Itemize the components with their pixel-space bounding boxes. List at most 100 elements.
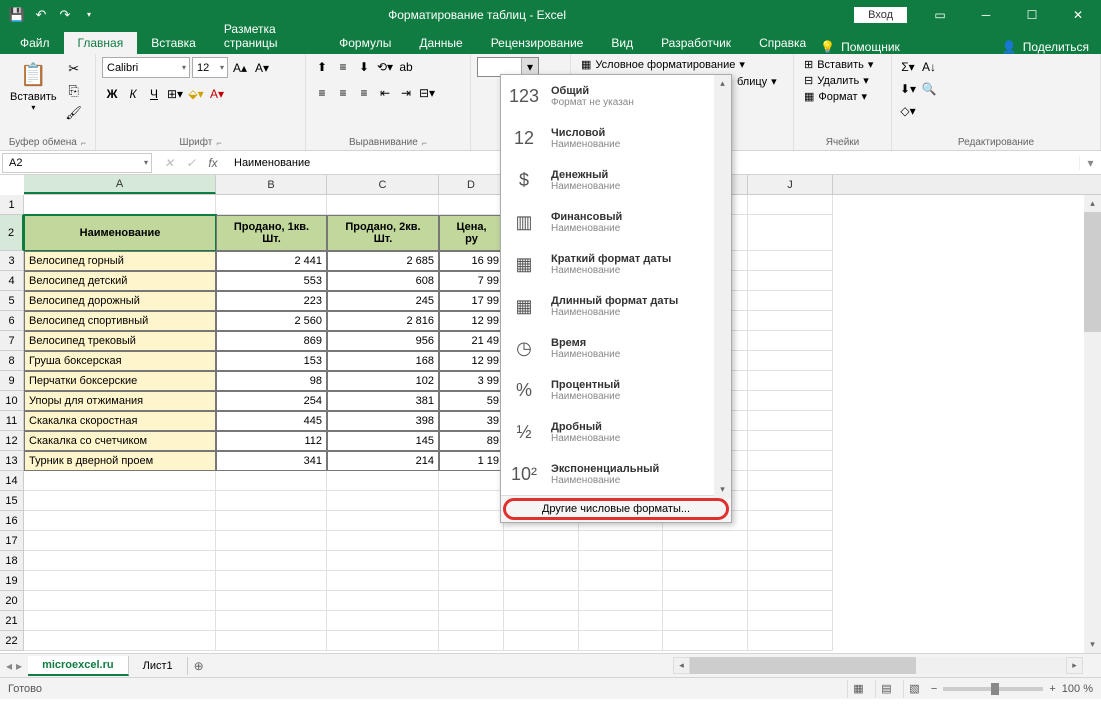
- cell[interactable]: [748, 511, 833, 531]
- cell[interactable]: [748, 271, 833, 291]
- cell[interactable]: [24, 195, 216, 215]
- cell[interactable]: [216, 591, 327, 611]
- cell[interactable]: Перчатки боксерские: [24, 371, 216, 391]
- format-painter-icon[interactable]: 🖌: [63, 103, 85, 123]
- cell[interactable]: [504, 551, 579, 571]
- align-middle-icon[interactable]: ≡: [333, 57, 353, 77]
- cell[interactable]: [439, 195, 504, 215]
- cell[interactable]: 7 99: [439, 271, 504, 291]
- col-header-A[interactable]: A: [24, 175, 216, 194]
- cell[interactable]: [327, 531, 439, 551]
- cell[interactable]: [216, 511, 327, 531]
- row-header[interactable]: 9: [0, 371, 24, 391]
- cell[interactable]: [327, 511, 439, 531]
- cell[interactable]: 381: [327, 391, 439, 411]
- cell[interactable]: [327, 471, 439, 491]
- cell[interactable]: [579, 591, 663, 611]
- horizontal-scrollbar[interactable]: ◂ ▸: [673, 657, 1083, 674]
- cell[interactable]: [24, 491, 216, 511]
- cell[interactable]: [748, 391, 833, 411]
- tab-insert[interactable]: Вставка: [137, 32, 210, 54]
- cell[interactable]: Велосипед трековый: [24, 331, 216, 351]
- cell[interactable]: [327, 611, 439, 631]
- save-icon[interactable]: 💾: [6, 4, 28, 26]
- cell[interactable]: [748, 451, 833, 471]
- cell[interactable]: [24, 591, 216, 611]
- cell[interactable]: 21 49: [439, 331, 504, 351]
- format-option-8[interactable]: ½ Дробный Наименование: [501, 411, 731, 453]
- format-option-9[interactable]: 10² Экспоненциальный Наименование: [501, 453, 731, 495]
- format-option-6[interactable]: ◷ Время Наименование: [501, 327, 731, 369]
- align-center-icon[interactable]: ≡: [333, 83, 353, 103]
- tab-review[interactable]: Рецензирование: [477, 32, 598, 54]
- cell[interactable]: [216, 195, 327, 215]
- cell[interactable]: [748, 471, 833, 491]
- cell[interactable]: 2 560: [216, 311, 327, 331]
- cell[interactable]: [748, 371, 833, 391]
- cell[interactable]: [24, 551, 216, 571]
- cell[interactable]: [216, 631, 327, 651]
- fx-icon[interactable]: fx: [202, 152, 224, 174]
- cell[interactable]: 1 19: [439, 451, 504, 471]
- cell[interactable]: [579, 551, 663, 571]
- cell[interactable]: Наименование: [24, 215, 216, 251]
- cell[interactable]: [748, 591, 833, 611]
- col-header-J[interactable]: J: [748, 175, 833, 194]
- qat-customize-icon[interactable]: ▾: [78, 4, 100, 26]
- delete-cell-button[interactable]: ⊟ Удалить ▾: [800, 73, 873, 88]
- cell[interactable]: [24, 571, 216, 591]
- cell[interactable]: [439, 471, 504, 491]
- cell[interactable]: 2 441: [216, 251, 327, 271]
- cell[interactable]: 214: [327, 451, 439, 471]
- cell[interactable]: [579, 611, 663, 631]
- cell[interactable]: 3 99: [439, 371, 504, 391]
- zoom-slider[interactable]: [943, 687, 1043, 691]
- formula-expand-icon[interactable]: ▾: [1079, 156, 1101, 170]
- merge-icon[interactable]: ⊟▾: [417, 83, 437, 103]
- underline-button[interactable]: Ч: [144, 84, 164, 104]
- row-header[interactable]: 21: [0, 611, 24, 631]
- cell[interactable]: Упоры для отжимания: [24, 391, 216, 411]
- cell[interactable]: Скакалка со счетчиком: [24, 431, 216, 451]
- row-header[interactable]: 11: [0, 411, 24, 431]
- col-header-D[interactable]: D: [439, 175, 504, 194]
- minimize-icon[interactable]: ─: [963, 0, 1009, 29]
- cell[interactable]: [748, 251, 833, 271]
- tab-layout[interactable]: Разметка страницы: [210, 18, 325, 54]
- cell[interactable]: [663, 611, 748, 631]
- dropdown-scrollbar[interactable]: ▴ ▾: [714, 75, 731, 498]
- cell[interactable]: [327, 195, 439, 215]
- fill-color-button[interactable]: ⬙▾: [186, 84, 206, 104]
- cell[interactable]: 553: [216, 271, 327, 291]
- view-break-icon[interactable]: ▧: [903, 680, 925, 698]
- cell[interactable]: [748, 631, 833, 651]
- view-layout-icon[interactable]: ▤: [875, 680, 897, 698]
- cell[interactable]: 2 816: [327, 311, 439, 331]
- cell[interactable]: [663, 591, 748, 611]
- cell[interactable]: Скакалка скоростная: [24, 411, 216, 431]
- italic-button[interactable]: К: [123, 84, 143, 104]
- insert-cell-button[interactable]: ⊞ Вставить ▾: [800, 57, 877, 72]
- row-header[interactable]: 19: [0, 571, 24, 591]
- cell[interactable]: 398: [327, 411, 439, 431]
- undo-icon[interactable]: ↶: [30, 4, 52, 26]
- view-normal-icon[interactable]: ▦: [847, 680, 869, 698]
- ribbon-options-icon[interactable]: ▭: [917, 0, 963, 29]
- cell[interactable]: [216, 611, 327, 631]
- tab-dev[interactable]: Разработчик: [647, 32, 745, 54]
- cell[interactable]: [748, 195, 833, 215]
- row-header[interactable]: 12: [0, 431, 24, 451]
- decrease-font-icon[interactable]: A▾: [252, 58, 272, 78]
- cell[interactable]: [748, 611, 833, 631]
- cell[interactable]: [24, 511, 216, 531]
- bold-button[interactable]: Ж: [102, 84, 122, 104]
- indent-inc-icon[interactable]: ⇥: [396, 83, 416, 103]
- cell[interactable]: [439, 611, 504, 631]
- border-button[interactable]: ⊞▾: [165, 84, 185, 104]
- cell[interactable]: [216, 471, 327, 491]
- cell[interactable]: [748, 531, 833, 551]
- paste-button[interactable]: 📋 Вставить ▾: [6, 57, 61, 114]
- cell[interactable]: [216, 531, 327, 551]
- close-icon[interactable]: ✕: [1055, 0, 1101, 29]
- row-header[interactable]: 6: [0, 311, 24, 331]
